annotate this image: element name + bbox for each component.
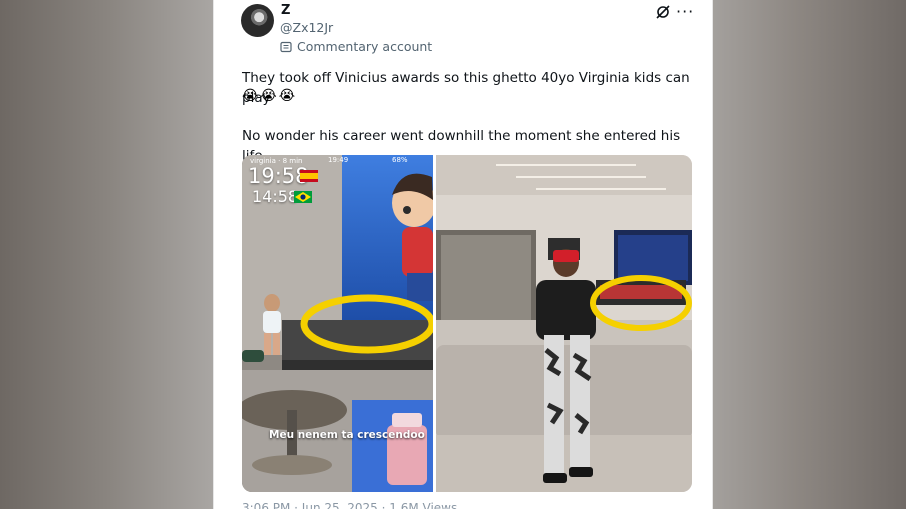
crying-emoji: 😭	[260, 88, 277, 104]
crying-emoji: 😭	[242, 88, 259, 104]
living-room-photo	[436, 155, 692, 492]
handle[interactable]: @Zx12Jr	[280, 20, 333, 35]
tweet-text: They took off Vinicius awards so this gh…	[242, 70, 690, 106]
story-time-brazil: 14:58	[252, 187, 299, 206]
display-name[interactable]: Z	[281, 3, 290, 18]
crying-emoji: 😭	[278, 88, 296, 104]
emoji-row: 😭 😭 😭	[242, 88, 295, 104]
grok-icon[interactable]	[655, 4, 671, 20]
tweet-card: Z @Zx12Jr Commentary account ··· They to…	[213, 0, 713, 509]
commentary-badge-icon	[280, 41, 292, 52]
media-image-right[interactable]	[436, 155, 692, 492]
tweet-footer: 3:06 PM · Jun 25, 2025 · 1.6M Views	[242, 501, 458, 509]
story-caption: Meu nenem ta crescendoo	[269, 429, 425, 441]
story-battery: 68%	[392, 156, 408, 164]
avatar[interactable]	[241, 4, 274, 37]
badge-label: Commentary account	[297, 39, 433, 54]
more-icon[interactable]: ···	[676, 2, 694, 21]
commentary-badge: Commentary account	[280, 39, 432, 54]
story-status-clock: 19:49	[328, 156, 349, 164]
spain-flag-icon	[300, 170, 318, 182]
brazil-flag-icon	[294, 191, 312, 203]
media-image-left[interactable]: virginia · 8 min 19:49 68% 19:58 14:58 M…	[242, 155, 433, 492]
